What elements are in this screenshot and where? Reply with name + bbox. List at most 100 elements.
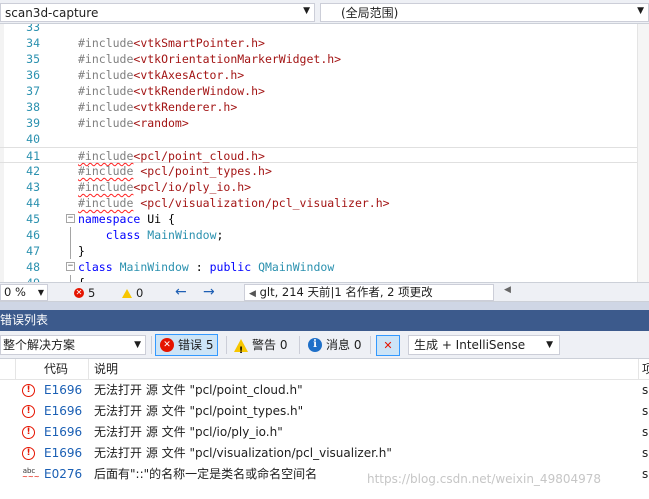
build-intellisense-dropdown[interactable]: 生成 + IntelliSense ▼ <box>408 335 560 355</box>
line-number: 33 <box>26 24 40 34</box>
warning-count-indicator[interactable]: 0 <box>122 285 143 301</box>
code-text: class MainWindow : public QMainWindow <box>78 260 335 274</box>
toolbar-divider <box>226 336 227 354</box>
code-line[interactable]: 34 #include<vtkSmartPointer.h> <box>0 35 649 51</box>
collapse-icon[interactable]: − <box>66 262 75 271</box>
filter-clear-icon: ✕ <box>383 339 393 352</box>
table-row[interactable]: ! E1696 无法打开 源 文件 "pcl/io/ply_io.h" s <box>0 422 649 443</box>
spellcheck-icon: abc ~~~ <box>22 467 40 481</box>
table-row[interactable]: ! E1696 无法打开 源 文件 "pcl/point_types.h" s <box>0 401 649 422</box>
solution-scope-dropdown[interactable]: 整个解决方案 ▼ <box>0 335 146 355</box>
errors-filter-label: 错误 5 <box>178 338 214 352</box>
error-icon: ! <box>22 405 35 418</box>
panel-splitter[interactable] <box>0 302 649 310</box>
messages-filter-button[interactable]: i 消息 0 <box>304 334 365 356</box>
editor-horizontal-scrollbar[interactable]: ◀ <box>498 285 649 300</box>
code-line[interactable]: 41 #include<pcl/point_cloud.h> <box>0 147 649 163</box>
line-number: 47 <box>26 244 40 258</box>
code-line[interactable]: 42 #include <pcl/point_types.h> <box>0 163 649 179</box>
error-code-link[interactable]: E1696 <box>44 401 82 422</box>
table-row[interactable]: ! E1696 无法打开 源 文件 "pcl/point_cloud.h" s <box>0 380 649 401</box>
nav-forward-icon[interactable]: → <box>203 284 215 300</box>
fold-margin <box>66 179 76 195</box>
dropdown-arrow-icon: ▼ <box>303 6 310 16</box>
code-line[interactable]: 43 #include<pcl/io/ply_io.h> <box>0 179 649 195</box>
code-text: class MainWindow; <box>105 228 224 242</box>
column-divider[interactable] <box>88 359 89 380</box>
code-text: #include<vtkSmartPointer.h> <box>78 36 265 50</box>
code-text: #include<pcl/io/ply_io.h> <box>78 180 252 194</box>
fold-margin <box>66 131 76 147</box>
line-number: 34 <box>26 36 40 50</box>
scroll-left-icon[interactable]: ◀ <box>504 285 511 295</box>
warning-icon <box>234 338 248 361</box>
column-divider[interactable] <box>638 359 639 380</box>
code-line[interactable]: 49 { <box>0 275 649 282</box>
error-count: 5 <box>88 286 96 300</box>
warnings-filter-button[interactable]: 警告 0 <box>230 334 291 361</box>
code-line[interactable]: 45 − namespace Ui { <box>0 211 649 227</box>
error-description: 无法打开 源 文件 "pcl/point_types.h" <box>94 404 304 418</box>
code-line[interactable]: 33 <box>0 24 649 35</box>
editor-status-strip: 0 % ▼ ✕ 5 0 ← → ◀ glt, 214 天前|1 名作者, 2 项… <box>0 282 649 302</box>
code-line[interactable]: 48 − class MainWindow : public QMainWindow <box>0 259 649 275</box>
error-list-header: 代码 说明 项 <box>0 359 649 380</box>
code-line[interactable]: 44 #include <pcl/visualization/pcl_visual… <box>0 195 649 211</box>
code-line[interactable]: 46 class MainWindow; <box>0 227 649 243</box>
nav-back-icon[interactable]: ← <box>175 284 187 300</box>
line-number: 41 <box>26 149 40 163</box>
line-number: 49 <box>4 275 40 282</box>
column-divider[interactable] <box>15 359 16 380</box>
code-text: #include<pcl/point_cloud.h> <box>78 149 265 163</box>
build-mode-value: 生成 + IntelliSense <box>414 338 526 352</box>
error-list-title: 错误列表 <box>0 313 49 327</box>
code-line[interactable]: 37 #include<vtkRenderWindow.h> <box>0 83 649 99</box>
error-code-link[interactable]: E1696 <box>44 422 82 443</box>
code-line[interactable]: 36 #include<vtkAxesActor.h> <box>0 67 649 83</box>
project-dropdown[interactable]: scan3d-capture ▼ <box>0 3 315 22</box>
line-number: 39 <box>26 116 40 130</box>
code-editor[interactable]: 33 34 #include<vtkSmartPointer.h> 35 #includ… <box>0 24 649 282</box>
error-description: 无法打开 源 文件 "pcl/point_cloud.h" <box>94 383 303 397</box>
table-row[interactable]: ! E1696 无法打开 源 文件 "pcl/visualization/pcl_v… <box>0 443 649 464</box>
scope-dropdown-value: (全局范围) <box>341 6 399 20</box>
error-code-link[interactable]: E1696 <box>44 443 82 464</box>
toolbar-divider <box>151 336 152 354</box>
error-list-title-bar[interactable]: 错误列表 <box>0 310 649 331</box>
line-number: 36 <box>26 68 40 82</box>
clear-filter-button[interactable]: ✕ <box>376 335 400 356</box>
fold-margin <box>66 163 76 179</box>
warning-count: 0 <box>136 286 144 300</box>
error-description: 无法打开 源 文件 "pcl/visualization/pcl_visuali… <box>94 446 392 460</box>
collapse-icon[interactable]: − <box>66 214 75 223</box>
code-line[interactable]: 39 #include<random> <box>0 115 649 131</box>
code-text: #include<vtkRenderWindow.h> <box>78 84 265 98</box>
error-project: s <box>642 404 649 418</box>
fold-margin <box>66 83 76 99</box>
error-project: s <box>642 383 649 397</box>
scope-dropdown[interactable]: (全局范围) ▼ <box>320 3 649 22</box>
error-code-link[interactable]: E0276 <box>44 464 82 485</box>
git-codelens[interactable]: ◀ glt, 214 天前|1 名作者, 2 项更改 <box>244 284 494 301</box>
line-number: 37 <box>26 84 40 98</box>
column-header-project[interactable]: 项 <box>642 359 649 379</box>
code-line[interactable]: 35 #include<vtkOrientationMarkerWidget.h> <box>0 51 649 67</box>
info-icon: i <box>308 338 322 352</box>
dropdown-arrow-icon: ▼ <box>37 288 44 297</box>
line-number: 48 <box>26 260 40 274</box>
error-code-link[interactable]: E1696 <box>44 380 82 401</box>
error-count-indicator[interactable]: ✕ 5 <box>74 285 95 301</box>
line-number: 35 <box>26 52 40 66</box>
errors-filter-button[interactable]: ✕ 错误 5 <box>155 334 219 356</box>
code-line[interactable]: 38 #include<vtkRenderer.h> <box>0 99 649 115</box>
line-number: 43 <box>26 180 40 194</box>
code-line[interactable]: 47} <box>0 243 649 259</box>
editor-vertical-scrollbar[interactable] <box>637 24 649 282</box>
error-project: s <box>642 467 649 481</box>
column-header-code[interactable]: 代码 <box>44 359 68 379</box>
line-number: 40 <box>26 132 40 146</box>
code-line[interactable]: 40 <box>0 131 649 147</box>
column-header-description[interactable]: 说明 <box>94 359 118 379</box>
zoom-dropdown[interactable]: 0 % ▼ <box>0 284 48 301</box>
git-info-text: glt, 214 天前|1 名作者, 2 项更改 <box>259 285 433 299</box>
